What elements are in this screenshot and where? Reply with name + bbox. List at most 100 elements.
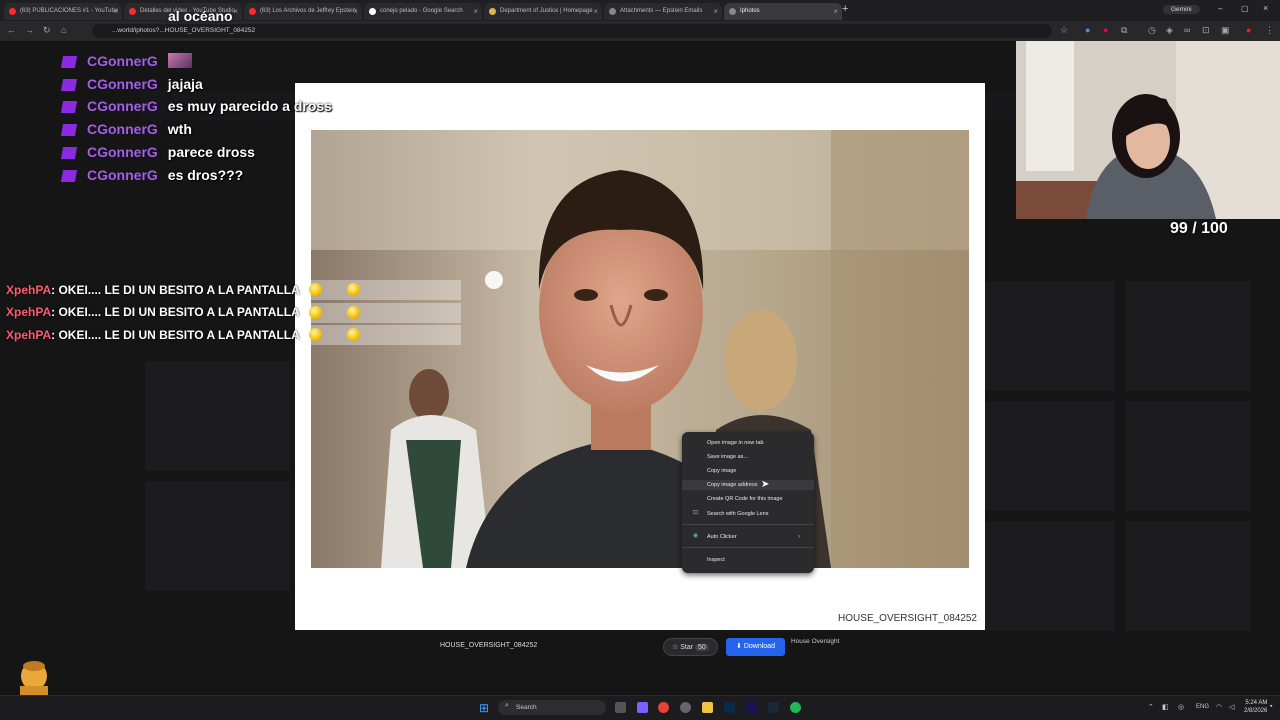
chat-line: CGonnerG parece dross [60,143,255,161]
close-icon[interactable]: × [113,3,118,20]
reload-icon[interactable]: ↻ [43,25,51,36]
sub-badge-icon [60,101,78,114]
tray-icon[interactable]: ◎ [1178,703,1184,711]
windows-start-icon[interactable]: ⊞ [479,701,489,715]
doj-icon [489,8,496,15]
ctx-open-image-new-tab[interactable]: Open image in new tab [707,438,764,448]
photoshop-icon[interactable] [724,702,735,713]
close-icon[interactable]: × [473,3,478,20]
emoji-icon [309,283,322,296]
emoji-icon [347,328,360,341]
ctx-copy-image[interactable]: Copy image [707,466,736,476]
premiere-icon[interactable] [746,702,757,713]
ctx-inspect[interactable]: Inspect [707,555,725,565]
chat-line: CGonnerG jajaja [60,75,203,93]
star-count: 50 [695,644,709,651]
tab-department-justice[interactable]: Department of Justice | Homepage × [484,3,602,20]
emote-strip [298,303,461,323]
auto-clicker-icon: ◉ [693,533,699,539]
progress-counter: 99 / 100 [1170,220,1228,237]
emote-strip [298,280,461,300]
app-icon[interactable] [680,702,691,713]
back-icon[interactable]: ← [7,25,16,35]
ctx-auto-clicker[interactable]: Auto Clicker [707,532,737,542]
streamer-webcam [1016,41,1280,219]
tab-attachments[interactable]: Attachments — Epstein Emails × [604,3,722,20]
ctx-create-qr-code[interactable]: Create QR Code for this image [707,494,783,504]
page-icon [609,8,616,15]
task-view-icon[interactable] [615,702,626,713]
search-icon: ⌕ [505,702,509,709]
tray-icon[interactable]: ◧ [1162,703,1169,711]
youtube-icon [129,8,136,15]
wifi-icon[interactable]: ◠ [1216,703,1222,711]
extension-icon[interactable]: ● [1085,25,1090,35]
ctx-search-google-lens[interactable]: Search with Google Lens [707,509,768,519]
extensions-puzzle-icon[interactable]: ⧉ [1121,25,1127,36]
maximize-icon[interactable]: ▢ [1241,4,1249,13]
download-button[interactable]: ⬇ Download [726,638,785,656]
address-bar[interactable]: ...world/iphotos?...HOUSE_OVERSIGHT_0842… [92,24,1052,38]
chat-line: XpehPA: OKEI.... LE DI UN BESITO A LA PA… [6,305,300,319]
close-icon[interactable]: × [833,3,838,20]
close-icon[interactable]: × [353,3,358,20]
gemini-button[interactable]: Gemini [1163,5,1200,14]
close-window-icon[interactable]: × [1263,3,1268,13]
close-icon[interactable]: × [713,3,718,20]
notification-icon[interactable]: ▪ [1270,703,1272,710]
menu-divider [682,547,814,548]
modal-photo[interactable] [311,130,969,568]
streamer-avatar [10,660,58,695]
screenshot-icon[interactable]: ⊡ [1202,25,1210,36]
ctx-save-image-as[interactable]: Save image as... [707,452,748,462]
taskbar-search[interactable]: Search [498,700,606,715]
file-explorer-icon[interactable] [702,702,713,713]
steam-icon[interactable] [768,702,779,713]
tab-archivos-epstein[interactable]: (63) Los Archivos de Jeffrey Epstein × [244,3,362,20]
portrait-photo [311,130,969,568]
extension-icon[interactable]: ● [1103,25,1108,35]
mouse-cursor-icon: ➤ [761,479,770,490]
spotify-icon[interactable] [790,702,801,713]
emoji-icon [347,283,360,296]
menu-divider [682,524,814,525]
new-tab-button[interactable]: + [842,3,848,15]
bookmark-star-icon[interactable]: ☆ [1060,25,1068,36]
home-icon[interactable]: ⌂ [61,25,66,35]
tab-publicaciones[interactable]: (63) PUBLICACIONES #1 - YouTube × [4,3,122,20]
taskbar-clock[interactable]: 5:24 AM 2/8/2026 [1244,699,1267,715]
sub-badge-icon [60,170,78,183]
sidepanel-icon[interactable]: ▣ [1221,25,1230,36]
chat-line: CGonnerG [60,52,192,70]
emote-icon [168,53,192,68]
menu-icon[interactable]: ⋮ [1265,25,1274,36]
avatar-icon [20,661,48,695]
close-icon[interactable]: × [233,3,238,20]
tab-iphotos[interactable]: Iphotos × [724,3,842,20]
language-indicator[interactable]: ENG [1196,704,1209,710]
chat-line: XpehPA: OKEI.... LE DI UN BESITO A LA PA… [6,283,300,297]
close-icon[interactable]: × [593,3,598,20]
source-label: House Oversight [791,638,840,645]
modal-caption: HOUSE_OVERSIGHT_084252 [838,613,977,624]
profile-avatar-icon[interactable]: ● [1246,25,1251,35]
chevron-up-icon[interactable]: ⌃ [1148,703,1154,711]
history-icon[interactable]: ◷ [1148,25,1156,36]
chrome-icon[interactable] [658,702,669,713]
extension-icon[interactable]: ◈ [1166,25,1173,36]
chat-line: CGonnerG wth [60,120,192,138]
youtube-icon [9,8,16,15]
ctx-copy-image-address[interactable]: Copy image address [682,480,814,490]
emoji-icon [347,306,360,319]
star-button[interactable]: ☆ Star 50 [663,638,718,656]
forward-icon[interactable]: → [25,25,34,35]
copilot-icon[interactable] [637,702,648,713]
volume-icon[interactable]: ◁ [1229,703,1234,711]
tab-google-search[interactable]: conejo pelado - Google Search × [364,3,482,20]
chat-line: XpehPA: OKEI.... LE DI UN BESITO A LA PA… [6,328,300,342]
link-icon[interactable]: ∞ [1184,25,1190,35]
minimize-icon[interactable]: – [1218,4,1222,13]
chat-line: CGonnerG es dros??? [60,166,243,184]
chat-line: CGonnerG es muy parecido a dross [60,97,332,115]
sub-badge-icon [60,147,78,160]
